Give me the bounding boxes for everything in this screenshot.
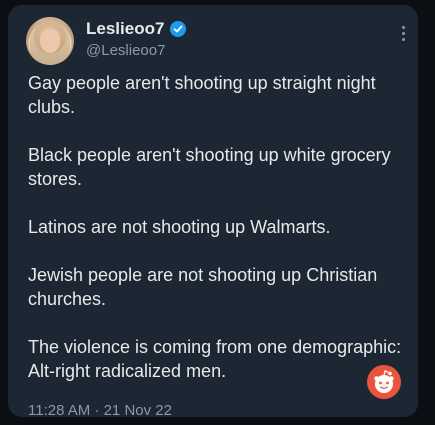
tweet-card[interactable]: Leslieoo7 @Leslieoo7 Gay people aren't s… [8,5,418,419]
avatar-face [40,29,60,53]
reddit-icon [367,365,401,399]
tweet-paragraph: Gay people aren't shooting up straight n… [28,73,376,117]
display-name[interactable]: Leslieoo7 [86,19,164,39]
tweet-paragraph: Black people aren't shooting up white gr… [28,145,391,189]
verified-badge-icon [170,21,187,37]
checkmark-icon [174,25,183,33]
tweet-paragraph: Jewish people are not shooting up Christ… [28,265,378,309]
tweet-timestamp[interactable]: 11:28 AM · 21 Nov 22 [28,402,172,419]
tweet-paragraph: Latinos are not shooting up Walmarts. [28,217,331,237]
avatar[interactable] [26,17,74,65]
more-options-icon[interactable] [402,26,406,44]
tweet-paragraph: The violence is coming from one demograp… [28,337,402,381]
reddit-alien-icon [374,369,394,393]
user-handle[interactable]: @Leslieoo7 [86,42,165,59]
display-name-row[interactable]: Leslieoo7 [86,19,187,39]
tweet-text: Gay people aren't shooting up straight n… [28,71,408,383]
